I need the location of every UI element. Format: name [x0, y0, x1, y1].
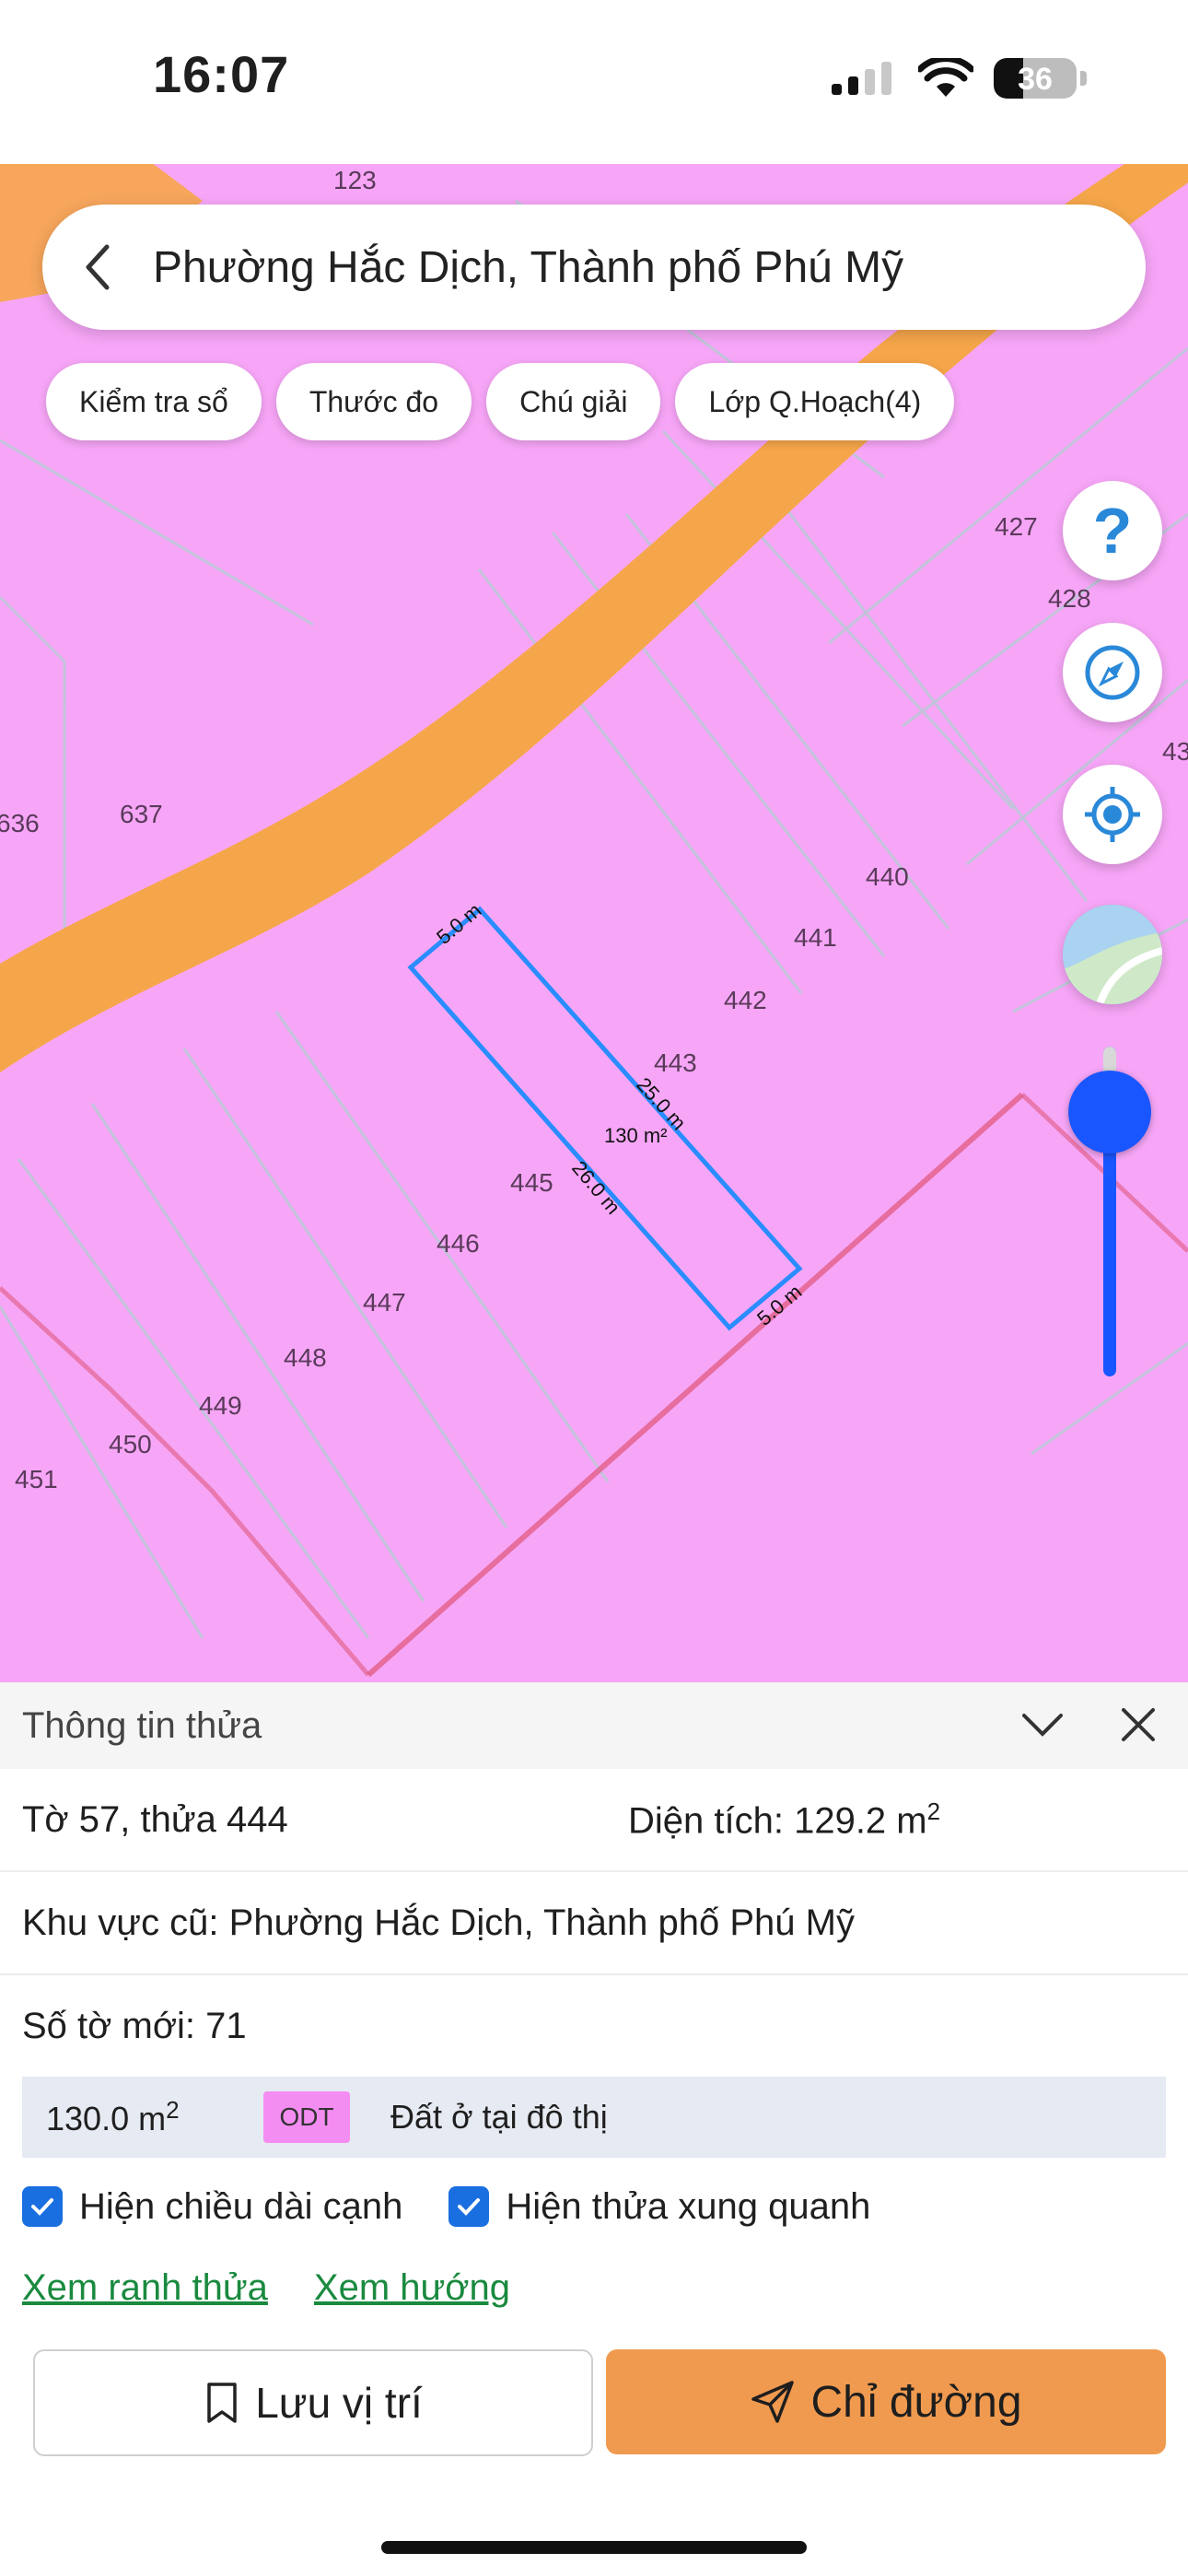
send-icon — [751, 2381, 795, 2423]
parcel-label[interactable]: 442 — [724, 986, 767, 1015]
parcel-ref: Tờ 57, thửa 444 — [22, 1798, 288, 1840]
panel-buttons: Lưu vị trí Chỉ đường — [33, 2349, 1166, 2456]
map-tool-chips: Kiểm tra sổ Thước đo Chú giải Lớp Q.Hoạc… — [46, 363, 955, 440]
locate-button[interactable] — [1063, 765, 1162, 864]
help-button[interactable]: ? — [1063, 481, 1162, 580]
view-boundary-link[interactable]: Xem ranh thửa — [22, 2267, 268, 2309]
new-sheet: Số tờ mới: 71 — [22, 2005, 247, 2046]
search-title: Phường Hắc Dịch, Thành phố Phú Mỹ — [153, 242, 904, 292]
parcel-label[interactable]: 636 — [0, 809, 40, 838]
parcel-label[interactable]: 446 — [437, 1229, 480, 1259]
directions-button[interactable]: Chỉ đường — [606, 2349, 1166, 2454]
panel-actions — [1017, 1699, 1164, 1751]
chip-planning-layer[interactable]: Lớp Q.Hoạch(4) — [675, 363, 955, 440]
parcel-label[interactable]: 637 — [120, 800, 163, 829]
parcel-label[interactable]: 428 — [1048, 584, 1091, 614]
panel-title: Thông tin thửa — [22, 1704, 262, 1746]
bookmark-icon — [207, 2383, 237, 2423]
show-edges-label: Hiện chiều dài cạnh — [79, 2185, 403, 2227]
panel-header: Thông tin thửa — [0, 1682, 1188, 1769]
land-area: 130.0 m2 — [46, 2096, 180, 2137]
parcel-label[interactable]: 448 — [284, 1343, 327, 1373]
land-code-badge: ODT — [263, 2091, 350, 2143]
display-options: Hiện chiều dài cạnh Hiện thửa xung quanh — [0, 2158, 1188, 2255]
parcel-label[interactable]: 449 — [199, 1391, 242, 1421]
chevron-left-icon — [86, 244, 110, 290]
parcel-info-panel: Thông tin thửa Tờ 57, thửa 444 Diện tích… — [0, 1682, 1188, 2576]
parcel-label[interactable]: 443 — [654, 1048, 697, 1078]
locate-icon — [1085, 787, 1140, 842]
checkbox-checked-icon — [22, 2186, 63, 2227]
battery-tip — [1080, 71, 1087, 86]
back-button[interactable] — [42, 205, 153, 330]
parcel-label[interactable]: 123 — [333, 166, 377, 195]
show-neighbors-checkbox[interactable]: Hiện thửa xung quanh — [448, 2186, 870, 2228]
wifi-icon — [918, 58, 973, 97]
parcel-label[interactable]: 427 — [995, 512, 1038, 542]
compass-button[interactable] — [1063, 623, 1162, 722]
battery-icon: 36 — [994, 58, 1077, 99]
plot-area-label: 130 m² — [604, 1124, 667, 1147]
home-indicator — [381, 2541, 807, 2554]
save-location-label: Lưu vị trí — [255, 2379, 423, 2427]
parcel-label[interactable]: 445 — [510, 1168, 553, 1198]
land-description: Đất ở tại đô thị — [390, 2098, 608, 2136]
plot-edge-left: 26.0 m — [567, 1156, 624, 1219]
plot-edge-top: 5.0 m — [432, 898, 485, 949]
status-bar: 16:07 36 — [0, 0, 1188, 164]
chip-check-book[interactable]: Kiểm tra sổ — [46, 363, 262, 440]
parcel-label[interactable]: 447 — [363, 1288, 406, 1317]
chip-ruler[interactable]: Thước đo — [275, 363, 472, 440]
checkbox-checked-icon — [448, 2186, 490, 2227]
compass-icon — [1085, 645, 1140, 700]
parcel-area: Diện tích: 129.2 m2 — [628, 1797, 941, 1842]
old-area-row: Khu vực cũ: Phường Hắc Dịch, Thành phố P… — [0, 1872, 1188, 1975]
parcel-label[interactable]: 441 — [794, 923, 837, 953]
parcel-label[interactable]: 43 — [1162, 737, 1188, 767]
old-area: Khu vực cũ: Phường Hắc Dịch, Thành phố P… — [22, 1902, 855, 1943]
view-direction-link[interactable]: Xem hướng — [314, 2267, 510, 2309]
status-icons: 36 — [832, 55, 1087, 101]
parcel-ref-row: Tờ 57, thửa 444 Diện tích: 129.2 m2 — [0, 1769, 1188, 1872]
panel-links: Xem ranh thửa Xem hướng — [0, 2255, 1188, 2320]
land-use-row: 130.0 m2 ODT Đất ở tại đô thị — [22, 2077, 1166, 2158]
parcel-label[interactable]: 451 — [15, 1465, 58, 1494]
map-thumbnail-icon — [1063, 905, 1162, 1004]
new-sheet-row: Số tờ mới: 71 — [0, 1975, 1188, 2077]
battery-level: 36 — [1018, 62, 1053, 97]
zoom-slider-handle[interactable] — [1068, 1071, 1151, 1153]
close-icon[interactable] — [1112, 1699, 1164, 1751]
directions-label: Chỉ đường — [810, 2377, 1022, 2427]
status-time: 16:07 — [153, 45, 290, 103]
chevron-down-icon[interactable] — [1017, 1699, 1068, 1751]
signal-icon — [832, 62, 891, 95]
show-neighbors-label: Hiện thửa xung quanh — [506, 2185, 871, 2227]
chip-legend[interactable]: Chú giải — [486, 363, 661, 440]
help-icon: ? — [1092, 495, 1133, 567]
show-edges-checkbox[interactable]: Hiện chiều dài cạnh — [22, 2186, 402, 2228]
parcel-label[interactable]: 450 — [109, 1430, 152, 1459]
search-box[interactable]: Phường Hắc Dịch, Thành phố Phú Mỹ — [42, 205, 1146, 330]
map-type-thumbnail[interactable] — [1063, 905, 1162, 1004]
save-location-button[interactable]: Lưu vị trí — [33, 2349, 593, 2456]
parcel-label[interactable]: 440 — [866, 862, 909, 892]
